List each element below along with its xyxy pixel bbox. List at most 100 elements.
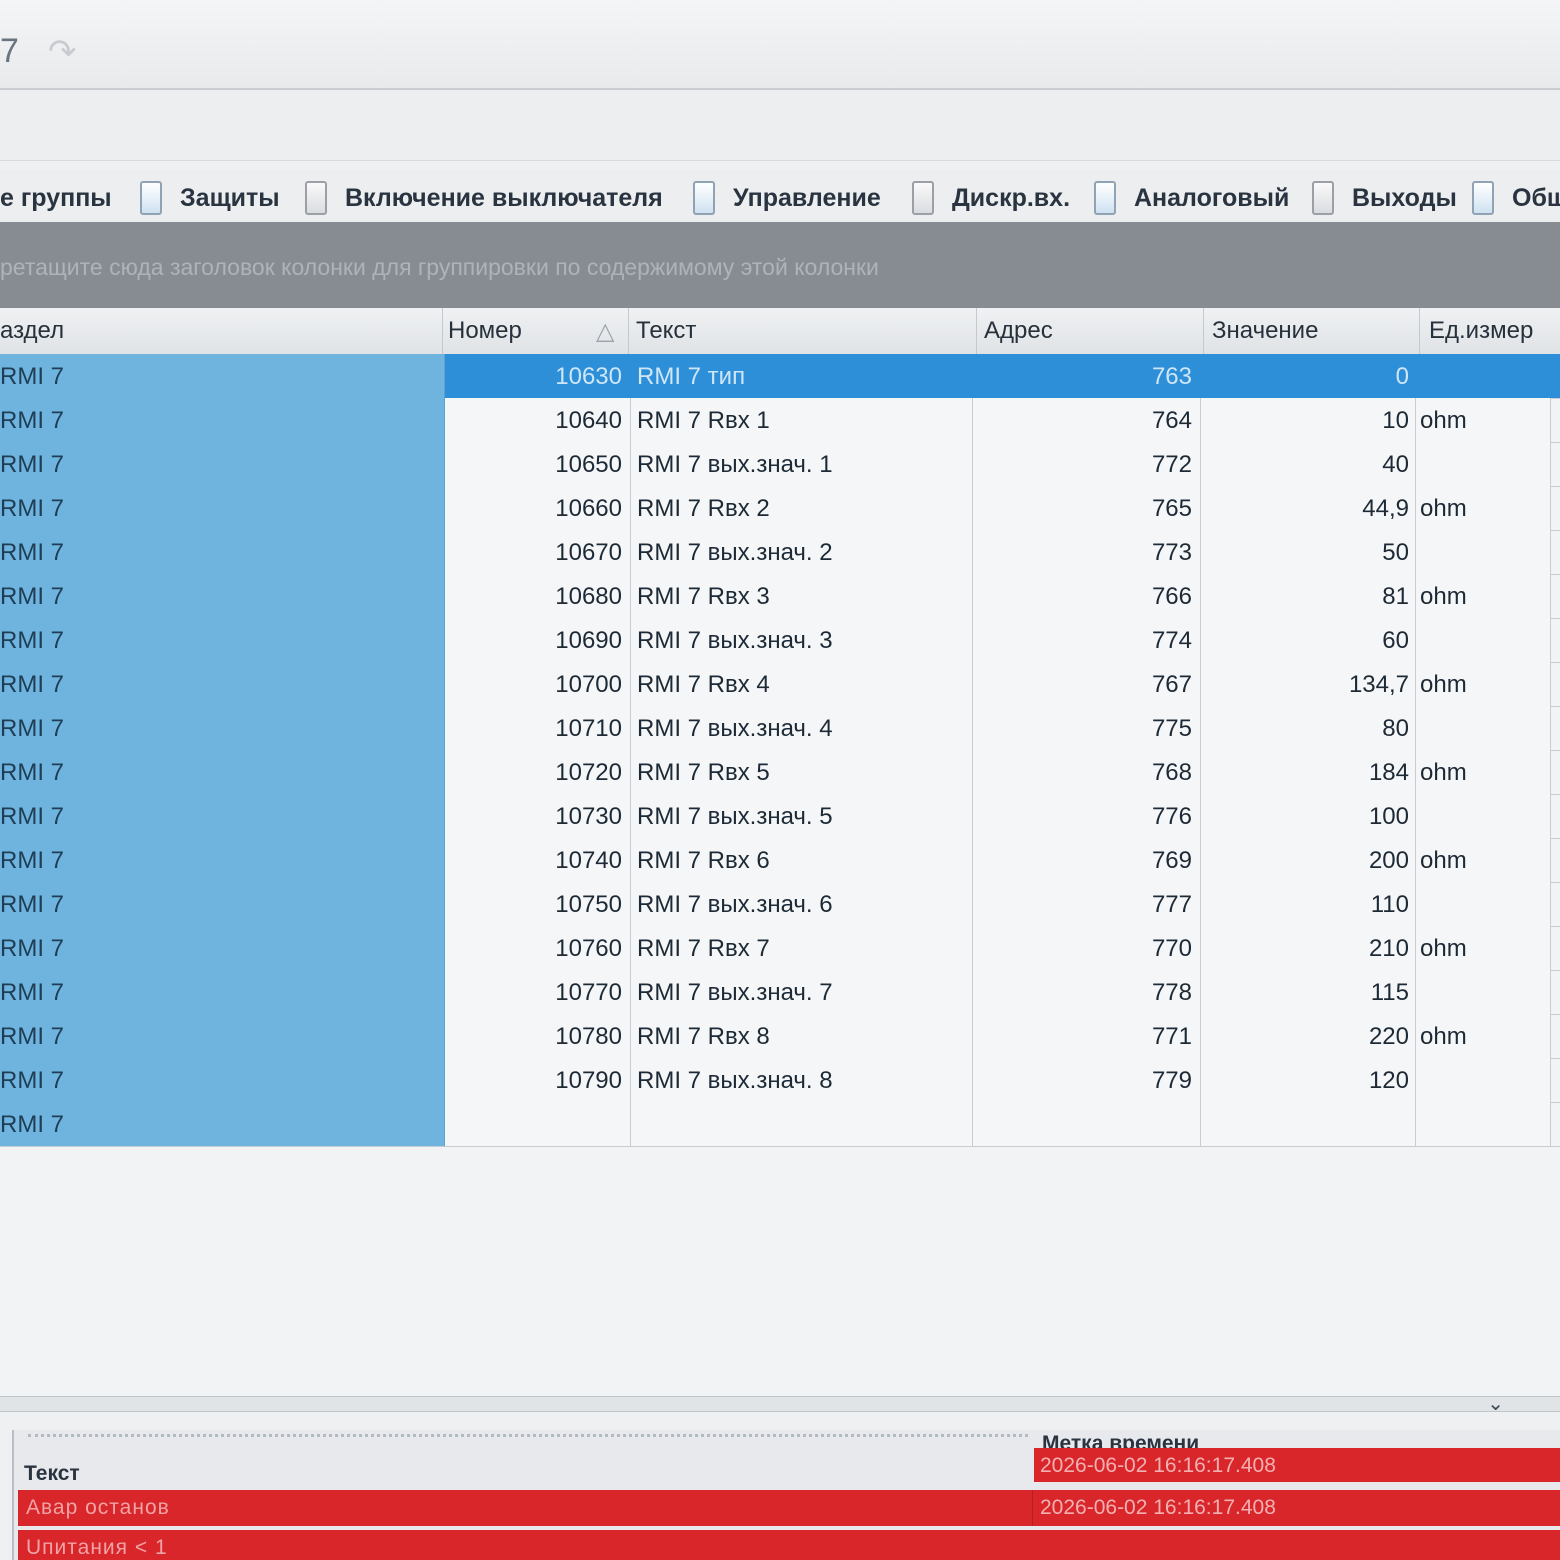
cell-razdel[interactable]: RMI 7 <box>0 574 445 618</box>
table-row[interactable]: RMI 7 10740 RMI 7 Rвх 6 769 200 ohm <box>0 838 1560 883</box>
cell-razdel[interactable]: RMI 7 <box>0 442 445 486</box>
cell-tekst[interactable]: RMI 7 вых.знач. 4 <box>631 706 973 750</box>
table-row[interactable]: RMI 7 10660 RMI 7 Rвх 2 765 44,9 ohm <box>0 486 1560 531</box>
cell-razdel[interactable]: RMI 7 <box>0 354 445 398</box>
cell-ed-izmer[interactable] <box>1416 882 1551 926</box>
cell-adres[interactable]: 772 <box>973 442 1201 486</box>
cell-nomer[interactable]: 10670 <box>445 530 631 574</box>
checkbox[interactable] <box>693 181 715 215</box>
cell-znachenie[interactable]: 81 <box>1201 574 1416 618</box>
column-divider[interactable] <box>442 308 443 354</box>
checkbox[interactable] <box>140 181 162 215</box>
column-header-nomer[interactable]: Номер <box>448 317 522 345</box>
cell-znachenie[interactable]: 200 <box>1201 838 1416 882</box>
table-row[interactable]: RMI 7 10760 RMI 7 Rвх 7 770 210 ohm <box>0 926 1560 971</box>
column-header-znachenie[interactable]: Значение <box>1212 317 1318 345</box>
filter-analog[interactable]: Аналоговый <box>1094 178 1289 218</box>
cell-nomer[interactable]: 10640 <box>445 398 631 442</box>
table-row[interactable]: RMI 7 10710 RMI 7 вых.знач. 4 775 80 <box>0 706 1560 751</box>
cell-adres[interactable]: 769 <box>973 838 1201 882</box>
cell-tekst[interactable] <box>631 1102 973 1146</box>
cell-tekst[interactable]: RMI 7 вых.знач. 2 <box>631 530 973 574</box>
cell-nomer[interactable]: 10650 <box>445 442 631 486</box>
cell-znachenie[interactable]: 40 <box>1201 442 1416 486</box>
cell-nomer[interactable]: 10680 <box>445 574 631 618</box>
cell-razdel[interactable]: RMI 7 <box>0 794 445 838</box>
alarm-row[interactable]: Uпитания < 1 <box>18 1530 1560 1560</box>
cell-adres[interactable]: 764 <box>973 398 1201 442</box>
column-divider[interactable] <box>1419 308 1420 354</box>
cell-adres[interactable]: 768 <box>973 750 1201 794</box>
cell-ed-izmer[interactable] <box>1416 442 1551 486</box>
cell-adres[interactable]: 770 <box>973 926 1201 970</box>
cell-adres[interactable]: 773 <box>973 530 1201 574</box>
filter-diskr[interactable]: Дискр.вх. <box>912 178 1070 218</box>
column-header-adres[interactable]: Адрес <box>984 317 1053 345</box>
cell-tekst[interactable]: RMI 7 Rвх 4 <box>631 662 973 706</box>
cell-ed-izmer[interactable] <box>1416 354 1560 398</box>
chevron-down-icon[interactable]: ⌄ <box>1487 1391 1504 1416</box>
cell-ed-izmer[interactable]: ohm <box>1416 750 1551 794</box>
cell-ed-izmer[interactable]: ohm <box>1416 926 1551 970</box>
cell-tekst[interactable]: RMI 7 Rвх 1 <box>631 398 973 442</box>
cell-adres[interactable]: 777 <box>973 882 1201 926</box>
cell-nomer[interactable]: 10730 <box>445 794 631 838</box>
filter-upravlenie[interactable]: Управление <box>693 178 881 218</box>
cell-nomer[interactable]: 10630 <box>445 354 631 398</box>
table-row[interactable]: RMI 7 10670 RMI 7 вых.знач. 2 773 50 <box>0 530 1560 575</box>
table-row[interactable]: RMI 7 10750 RMI 7 вых.знач. 6 777 110 <box>0 882 1560 927</box>
cell-ed-izmer[interactable]: ohm <box>1416 574 1551 618</box>
cell-adres[interactable]: 771 <box>973 1014 1201 1058</box>
checkbox[interactable] <box>1094 181 1116 215</box>
panel-splitter[interactable]: ⌄ <box>0 1393 1560 1415</box>
cell-tekst[interactable]: RMI 7 Rвх 3 <box>631 574 973 618</box>
cell-znachenie[interactable]: 210 <box>1201 926 1416 970</box>
cell-nomer[interactable]: 10740 <box>445 838 631 882</box>
cell-tekst[interactable]: RMI 7 вых.знач. 1 <box>631 442 973 486</box>
filter-obshchie[interactable]: Общ <box>1472 178 1560 218</box>
cell-adres[interactable]: 776 <box>973 794 1201 838</box>
cell-razdel[interactable]: RMI 7 <box>0 882 445 926</box>
checkbox[interactable] <box>1472 181 1494 215</box>
cell-znachenie[interactable]: 115 <box>1201 970 1416 1014</box>
cell-znachenie[interactable]: 0 <box>1201 354 1416 398</box>
column-divider[interactable] <box>628 308 629 354</box>
table-row[interactable]: RMI 7 10720 RMI 7 Rвх 5 768 184 ohm <box>0 750 1560 795</box>
alarm-row[interactable]: Авар останов 2026-06-02 16:16:17.408 <box>18 1490 1560 1526</box>
cell-tekst[interactable]: RMI 7 Rвх 5 <box>631 750 973 794</box>
column-header-ed-izmer[interactable]: Ед.измер <box>1429 317 1533 345</box>
cell-znachenie[interactable]: 100 <box>1201 794 1416 838</box>
cell-razdel[interactable]: RMI 7 <box>0 1014 445 1058</box>
cell-razdel[interactable]: RMI 7 <box>0 398 445 442</box>
table-row[interactable]: RMI 7 10780 RMI 7 Rвх 8 771 220 ohm <box>0 1014 1560 1059</box>
cell-adres[interactable]: 766 <box>973 574 1201 618</box>
table-row[interactable]: RMI 7 10640 RMI 7 Rвх 1 764 10 ohm <box>0 398 1560 443</box>
cell-tekst[interactable]: RMI 7 Rвх 2 <box>631 486 973 530</box>
group-by-panel[interactable]: ретащите сюда заголовок колонки для груп… <box>0 222 1560 308</box>
cell-nomer[interactable]: 10700 <box>445 662 631 706</box>
cell-adres[interactable]: 774 <box>973 618 1201 662</box>
redo-icon[interactable]: ↷ <box>48 32 77 72</box>
cell-razdel[interactable]: RMI 7 <box>0 970 445 1014</box>
cell-razdel[interactable]: RMI 7 <box>0 926 445 970</box>
cell-ed-izmer[interactable] <box>1416 1102 1551 1146</box>
cell-adres[interactable] <box>973 1102 1201 1146</box>
cell-razdel[interactable]: RMI 7 <box>0 662 445 706</box>
column-divider[interactable] <box>1203 308 1204 354</box>
cell-razdel[interactable]: RMI 7 <box>0 1102 445 1146</box>
cell-tekst[interactable]: RMI 7 Rвх 7 <box>631 926 973 970</box>
cell-znachenie[interactable]: 50 <box>1201 530 1416 574</box>
cell-tekst[interactable]: RMI 7 Rвх 8 <box>631 1014 973 1058</box>
cell-znachenie[interactable]: 60 <box>1201 618 1416 662</box>
filter-groups[interactable]: е группы <box>0 178 112 218</box>
filter-zashchity[interactable]: Защиты <box>140 178 280 218</box>
cell-znachenie[interactable]: 184 <box>1201 750 1416 794</box>
cell-ed-izmer[interactable] <box>1416 706 1551 750</box>
table-row[interactable]: RMI 7 10680 RMI 7 Rвх 3 766 81 ohm <box>0 574 1560 619</box>
cell-adres[interactable]: 779 <box>973 1058 1201 1102</box>
cell-tekst[interactable]: RMI 7 вых.знач. 5 <box>631 794 973 838</box>
column-header-tekst[interactable]: Текст <box>636 317 696 345</box>
table-row-selected[interactable]: RMI 7 10630 RMI 7 тип 763 0 <box>0 354 1560 399</box>
table-row[interactable]: RMI 7 10700 RMI 7 Rвх 4 767 134,7 ohm <box>0 662 1560 707</box>
cell-ed-izmer[interactable] <box>1416 618 1551 662</box>
